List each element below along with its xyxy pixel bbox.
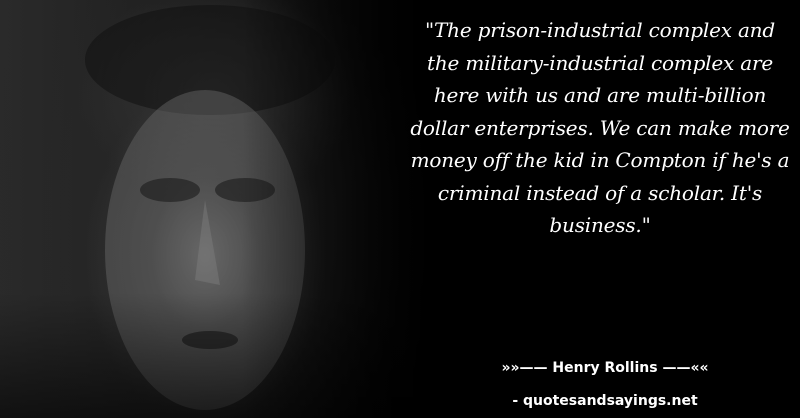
quote-card: "The prison-industrial complex and the m…	[0, 0, 800, 418]
quote-text: "The prison-industrial complex and the m…	[410, 18, 790, 237]
portrait-shading	[0, 0, 440, 418]
author-line: »»—— Henry Rollins ——««	[501, 360, 709, 376]
portrait-photo	[0, 0, 440, 418]
source-site: - quotesandsayings.net	[512, 393, 698, 409]
